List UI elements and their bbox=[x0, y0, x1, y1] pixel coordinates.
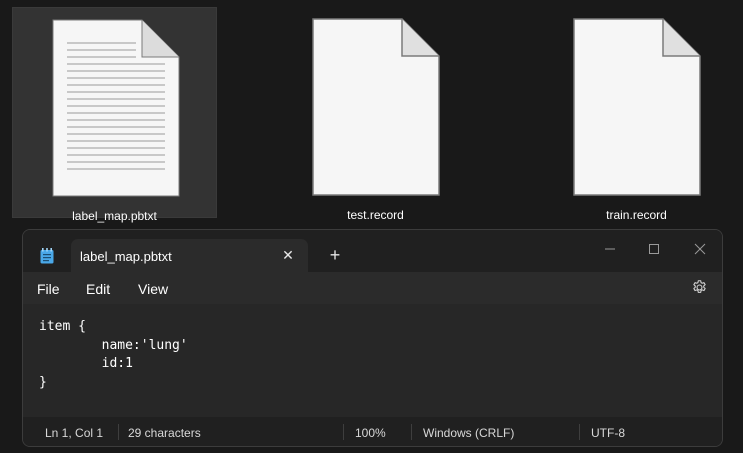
file-name: train.record bbox=[606, 208, 667, 222]
maximize-icon[interactable] bbox=[641, 236, 667, 262]
status-divider bbox=[411, 424, 412, 440]
menu-view[interactable]: View bbox=[138, 281, 168, 297]
file-item-test-record[interactable]: test.record bbox=[273, 7, 478, 222]
editor-content[interactable]: item { name:'lung' id:1 } bbox=[39, 318, 188, 392]
tab-label-map[interactable]: label_map.pbtxt ✕ bbox=[71, 239, 308, 272]
text-editor[interactable]: item { name:'lung' id:1 } bbox=[23, 304, 722, 417]
file-item-label-map[interactable]: label_map.pbtxt bbox=[12, 7, 217, 223]
close-window-icon[interactable] bbox=[687, 236, 713, 262]
new-tab-button[interactable]: + bbox=[325, 245, 345, 265]
menu-bar: File Edit View bbox=[23, 272, 722, 304]
text-document-icon bbox=[52, 19, 180, 197]
gear-icon[interactable] bbox=[691, 279, 708, 296]
status-divider bbox=[343, 424, 344, 440]
status-divider bbox=[579, 424, 580, 440]
status-line-ending: Windows (CRLF) bbox=[423, 426, 515, 440]
file-item-train-record[interactable]: train.record bbox=[534, 7, 739, 222]
status-cursor-position: Ln 1, Col 1 bbox=[45, 426, 104, 440]
status-divider bbox=[118, 424, 119, 440]
notepad-icon bbox=[40, 248, 54, 264]
blank-document-icon bbox=[312, 18, 440, 196]
minimize-icon[interactable] bbox=[597, 236, 623, 262]
tab-title: label_map.pbtxt bbox=[80, 249, 172, 264]
status-zoom: 100% bbox=[355, 426, 386, 440]
menu-file[interactable]: File bbox=[37, 281, 60, 297]
title-bar: label_map.pbtxt ✕ + bbox=[23, 230, 722, 272]
status-bar: Ln 1, Col 1 29 characters 100% Windows (… bbox=[23, 417, 722, 446]
file-name: test.record bbox=[347, 208, 404, 222]
blank-document-icon bbox=[573, 18, 701, 196]
notepad-window: label_map.pbtxt ✕ + File Edit View item … bbox=[22, 229, 723, 447]
file-name: label_map.pbtxt bbox=[72, 209, 157, 223]
menu-edit[interactable]: Edit bbox=[86, 281, 110, 297]
close-tab-icon[interactable]: ✕ bbox=[278, 245, 298, 265]
status-character-count: 29 characters bbox=[128, 426, 201, 440]
status-encoding: UTF-8 bbox=[591, 426, 625, 440]
